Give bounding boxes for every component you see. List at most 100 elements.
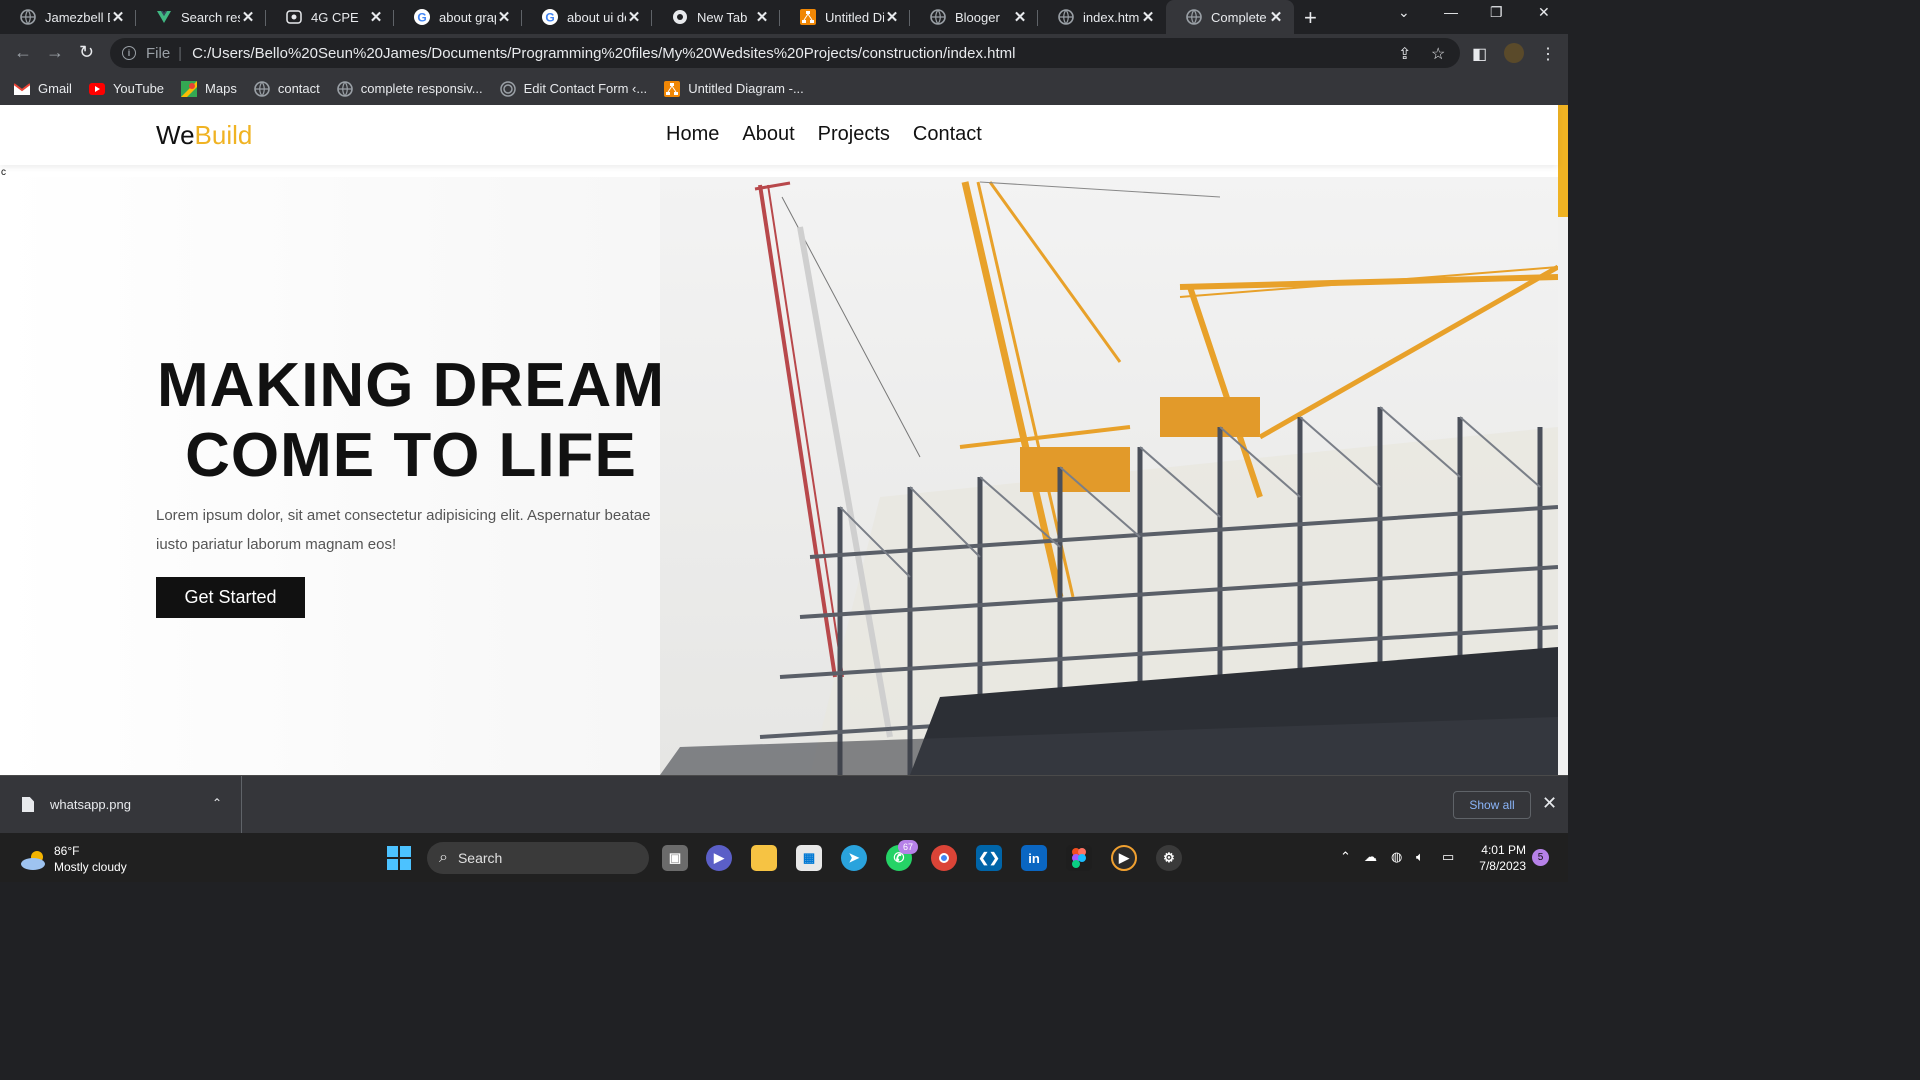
tab-title: New Tab (697, 9, 748, 25)
vscode-icon[interactable]: ❮❯ (976, 845, 1002, 871)
nav-projects[interactable]: Projects (818, 123, 890, 146)
tab-4g-cpe[interactable]: 4G CPE ✕ (266, 3, 394, 31)
tab-title: index.html (1083, 9, 1140, 25)
nav-about[interactable]: About (742, 123, 794, 146)
page-scrollbar-thumb[interactable] (1558, 105, 1568, 217)
media-player-icon[interactable]: ▶ (1111, 845, 1137, 871)
bookmark-complete-responsive[interactable]: complete responsiv... (336, 80, 483, 97)
site-header: WeBuild Home About Projects Contact (0, 105, 1558, 165)
close-icon[interactable]: ✕ (884, 8, 900, 26)
minimize-icon[interactable]: — (1444, 4, 1458, 20)
download-item[interactable]: whatsapp.png ⌃ (0, 776, 242, 833)
bookmark-maps[interactable]: Maps (181, 80, 237, 97)
new-tab-button[interactable]: + (1304, 5, 1317, 31)
weather-temp: 86°F (54, 844, 80, 858)
chrome-taskbar-icon[interactable] (931, 845, 957, 871)
telegram-icon[interactable]: ➤ (841, 845, 867, 871)
close-icon[interactable]: ✕ (240, 8, 256, 26)
tab-title: Jamezbell D (45, 9, 110, 25)
tab-complete-responsive[interactable]: Complete R ✕ (1166, 0, 1294, 34)
battery-icon[interactable]: ▭ (1442, 849, 1454, 865)
close-icon[interactable]: ✕ (754, 8, 770, 26)
side-panel-icon[interactable]: ◧ (1472, 44, 1487, 64)
microsoft-store-icon[interactable]: ▦ (796, 845, 822, 871)
restore-icon[interactable]: ❐ (1490, 4, 1503, 21)
hero-title: MAKING DREAM COME TO LIFE (156, 351, 666, 491)
share-icon[interactable]: ⇪ (1398, 44, 1411, 64)
reload-icon[interactable]: ↻ (79, 42, 94, 63)
close-icon[interactable]: ✕ (1012, 8, 1028, 26)
tab-new-tab[interactable]: New Tab ✕ (652, 3, 780, 31)
chevron-up-icon[interactable]: ⌃ (212, 796, 222, 810)
figma-icon[interactable] (1066, 845, 1092, 871)
tab-search-results[interactable]: Search resu ✕ (136, 3, 266, 31)
tab-index-html[interactable]: index.html ✕ (1038, 3, 1166, 31)
construction-crane-image (660, 177, 1558, 775)
close-download-bar-icon[interactable]: ✕ (1542, 793, 1557, 814)
bookmark-label: Gmail (38, 81, 72, 96)
onedrive-icon[interactable]: ☁ (1364, 849, 1377, 865)
close-icon[interactable]: ✕ (626, 8, 642, 26)
close-icon[interactable]: ✕ (496, 8, 512, 26)
menu-kebab-icon[interactable]: ⋮ (1540, 44, 1556, 64)
tab-search-chevron-icon[interactable]: ⌄ (1398, 4, 1410, 21)
weather-widget[interactable]: 86°F Mostly cloudy (20, 843, 127, 875)
close-icon[interactable]: ✕ (110, 8, 126, 26)
google-icon: G (542, 9, 558, 25)
language-globe-icon[interactable]: ◍ (1391, 849, 1402, 865)
maps-icon (181, 80, 198, 97)
forward-icon[interactable]: → (46, 42, 64, 63)
bookmark-contact[interactable]: contact (254, 80, 320, 97)
tab-untitled-diagram[interactable]: Untitled Dia ✕ (780, 3, 910, 31)
url-text[interactable]: C:/Users/Bello%20Seun%20James/Documents/… (192, 45, 1015, 62)
notification-badge[interactable]: 5 (1532, 849, 1549, 866)
info-icon[interactable]: i (122, 46, 136, 60)
clock[interactable]: 4:01 PM 7/8/2023 (1470, 842, 1526, 874)
tab-title: 4G CPE (311, 9, 359, 25)
tab-title: Complete R (1211, 9, 1268, 25)
address-bar[interactable]: i File | C:/Users/Bello%20Seun%20James/D… (110, 38, 1460, 68)
bookmarks-bar: Gmail YouTube Maps contact complete resp… (0, 72, 1568, 105)
settings-gear-icon[interactable]: ⚙ (1156, 845, 1182, 871)
bookmark-gmail[interactable]: Gmail (14, 81, 72, 97)
file-explorer-icon[interactable] (751, 845, 777, 871)
bookmark-edit-contact-form[interactable]: Edit Contact Form ‹... (499, 80, 647, 97)
youtube-icon (88, 81, 105, 97)
svg-text:G: G (545, 11, 554, 25)
bookmark-label: contact (277, 81, 320, 96)
tab-jamezbell[interactable]: Jamezbell D ✕ (0, 3, 136, 31)
globe-icon (336, 80, 353, 97)
task-view-icon[interactable]: ▣ (662, 845, 688, 871)
download-bar: whatsapp.png ⌃ Show all ✕ (0, 775, 1568, 833)
teams-chat-icon[interactable]: ▶ (706, 845, 732, 871)
logo-part-we: We (156, 120, 195, 150)
close-icon[interactable]: ✕ (368, 8, 384, 26)
bookmark-star-icon[interactable]: ☆ (1431, 44, 1445, 64)
get-started-button[interactable]: Get Started (156, 577, 305, 618)
nav-home[interactable]: Home (666, 123, 719, 146)
tab-about-graphic[interactable]: G about grapl ✕ (394, 3, 522, 31)
tab-about-ui[interactable]: G about ui de ✕ (522, 3, 652, 31)
scheme-label: File (146, 44, 171, 62)
back-icon[interactable]: ← (14, 42, 32, 63)
bookmark-youtube[interactable]: YouTube (88, 81, 164, 97)
volume-icon[interactable]: 🔈︎ (1416, 849, 1424, 865)
globe-icon (1058, 9, 1074, 25)
nav-contact[interactable]: Contact (913, 123, 982, 146)
chevron-up-tray-icon[interactable]: ⌃ (1340, 849, 1351, 865)
spiral-icon (499, 80, 516, 97)
windows-start-icon[interactable] (387, 846, 411, 870)
tab-blooger[interactable]: Blooger ✕ (910, 3, 1038, 31)
tab-title: about grapl (439, 9, 496, 25)
bookmark-untitled-diagram[interactable]: Untitled Diagram -... (664, 80, 804, 97)
close-icon[interactable]: ✕ (1140, 8, 1156, 26)
show-all-button[interactable]: Show all (1453, 791, 1531, 819)
tab-title: Search resu (181, 9, 240, 25)
window-close-icon[interactable]: ✕ (1538, 4, 1550, 21)
taskbar-search-label: Search (457, 850, 503, 866)
site-logo[interactable]: WeBuild (156, 120, 252, 151)
profile-avatar[interactable] (1504, 43, 1524, 63)
close-icon[interactable]: ✕ (1268, 8, 1284, 26)
taskbar-search[interactable]: ⌕ Search (427, 842, 649, 874)
linkedin-icon[interactable]: in (1021, 845, 1047, 871)
